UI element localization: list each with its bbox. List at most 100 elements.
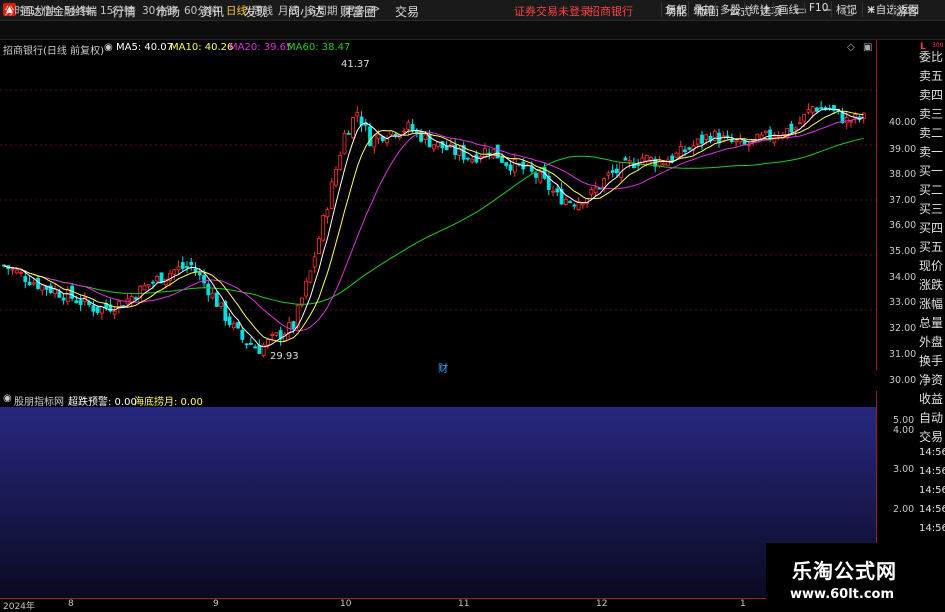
- period-daily[interactable]: 日线: [226, 3, 247, 18]
- candle: [529, 166, 534, 172]
- candle: [334, 169, 338, 186]
- time-label: 9: [213, 599, 219, 609]
- candle: [627, 160, 632, 163]
- candle: [304, 280, 309, 297]
- candle: [91, 305, 96, 312]
- candle: [112, 310, 117, 315]
- broker-status[interactable]: 证券交易未登录: [514, 3, 591, 19]
- stats-button[interactable]: 统计: [744, 2, 770, 17]
- multi-stock-button[interactable]: 多股: [715, 2, 741, 17]
- period-30min[interactable]: 30分钟: [142, 3, 176, 18]
- period-tick[interactable]: 分时: [4, 3, 25, 18]
- candle: [470, 158, 475, 163]
- chart-expand-icon[interactable]: ▣: [863, 42, 872, 53]
- more-dropdown-icon[interactable]: ≫: [369, 3, 380, 15]
- candle: [815, 107, 819, 112]
- f10-button[interactable]: F10: [804, 2, 828, 14]
- period-1min[interactable]: 1分钟: [28, 3, 56, 18]
- chart-diamond-icon[interactable]: ◇: [847, 42, 855, 53]
- candle: [504, 162, 509, 166]
- candle: [61, 297, 66, 301]
- candle: [768, 129, 773, 139]
- candle: [291, 321, 296, 329]
- high-price-label: 41.37: [341, 59, 370, 70]
- candle: [508, 164, 513, 171]
- candle: [512, 158, 517, 173]
- candle: [74, 300, 79, 304]
- candle: [244, 343, 249, 346]
- candle: [368, 126, 372, 147]
- indicator-name[interactable]: 股朋指标网: [14, 393, 64, 408]
- time-axis: 2024年 8 9 10 11 12 1: [0, 598, 876, 612]
- menu-trade[interactable]: 交易: [395, 3, 419, 20]
- candle: [661, 162, 666, 166]
- chart-settings-icon[interactable]: ◉: [104, 42, 113, 53]
- side-item: 委比: [919, 50, 944, 64]
- back-button[interactable]: 返回: [893, 2, 919, 17]
- candle: [580, 203, 585, 206]
- period-5min[interactable]: 5分钟: [64, 3, 92, 18]
- adjust-button[interactable]: 复权: [661, 2, 687, 17]
- side-item: 现价: [919, 259, 944, 273]
- candle: [151, 281, 155, 284]
- ma60-label: MA60: 38.47: [287, 42, 351, 53]
- overlay-button[interactable]: 叠加: [688, 2, 714, 17]
- candle: [189, 261, 194, 266]
- candle: [134, 297, 138, 300]
- period-more[interactable]: 更多: [344, 3, 365, 18]
- candle: [206, 283, 211, 296]
- period-60min[interactable]: 60分钟: [184, 3, 218, 18]
- candle: [670, 155, 675, 162]
- candle: [176, 266, 181, 271]
- stock-link[interactable]: 招商银行: [589, 3, 633, 19]
- candle: [197, 272, 202, 276]
- indicator-tick: 3.00: [893, 464, 915, 475]
- ma60-line: [3, 137, 864, 305]
- candle: [793, 127, 798, 131]
- candle: [721, 135, 726, 142]
- price-tick: 39.00: [889, 144, 917, 155]
- candle: [270, 334, 275, 336]
- candle: [610, 170, 615, 173]
- period-monthly[interactable]: 月线: [278, 3, 299, 18]
- candle: [227, 316, 232, 326]
- finance-event-marker[interactable]: 财: [438, 360, 448, 375]
- candle: [202, 275, 206, 284]
- candle: [687, 147, 692, 150]
- candle: [538, 171, 543, 183]
- side-item: 买三: [919, 202, 944, 216]
- indicator-tick: 4.00: [893, 425, 915, 436]
- period-weekly[interactable]: 周线: [252, 3, 273, 18]
- candle: [483, 148, 487, 158]
- candle: [478, 156, 483, 159]
- candlestick-chart[interactable]: [0, 55, 876, 375]
- low-price-label: 29.93: [270, 351, 299, 362]
- price-tick: 30.00: [889, 375, 917, 386]
- candle: [312, 256, 317, 268]
- period-multi[interactable]: 多周期: [306, 3, 338, 18]
- side-item: 自动: [919, 411, 944, 425]
- candle: [725, 135, 730, 138]
- side-item: 买一: [919, 164, 944, 178]
- side-item: 换手: [919, 354, 944, 368]
- candle: [551, 190, 555, 193]
- price-tick: 36.00: [889, 220, 917, 231]
- candle: [210, 292, 215, 299]
- candle: [402, 130, 406, 133]
- side-item: 买二: [919, 183, 944, 197]
- candle: [759, 134, 764, 140]
- add-favorite-button[interactable]: +自选: [862, 2, 897, 17]
- candle: [406, 121, 411, 130]
- period-15min[interactable]: 15分钟: [100, 3, 134, 18]
- side-item: 涨跌: [919, 278, 944, 292]
- candle: [695, 138, 700, 145]
- candle: [763, 130, 768, 134]
- mark-button[interactable]: 标记: [831, 2, 857, 17]
- indicator-pane[interactable]: [0, 391, 876, 598]
- indicator-label-1: 超跌预警: 0.00: [68, 397, 137, 408]
- side-item: 涨幅: [919, 297, 944, 311]
- candle: [219, 302, 223, 307]
- drawing-button[interactable]: 画线: [773, 2, 799, 17]
- candle: [253, 346, 258, 349]
- indicator-settings-icon[interactable]: ◉: [3, 393, 12, 404]
